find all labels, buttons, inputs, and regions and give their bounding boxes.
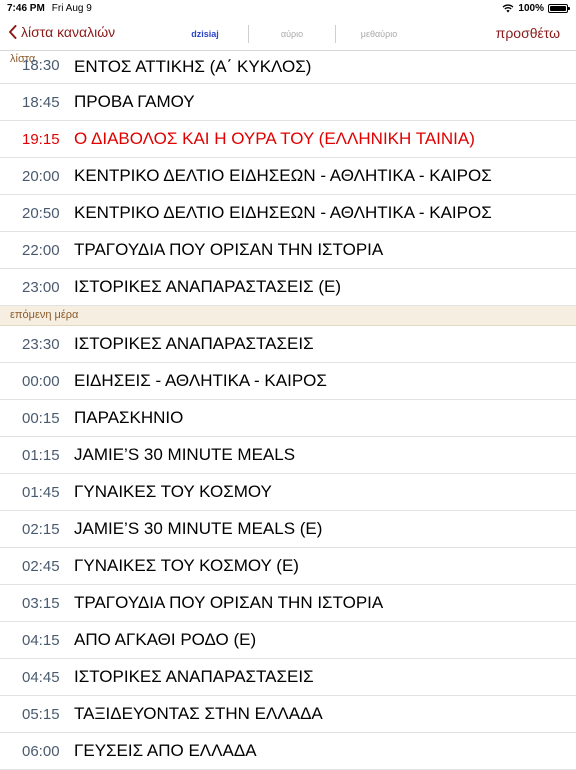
section-header-label: επόμενη μέρα bbox=[10, 309, 79, 321]
program-title: ΤΡΑΓΟΥΔΙΑ ΠΟΥ ΟΡΙΣΑΝ ΤΗΝ ΙΣΤΟΡΙΑ bbox=[74, 240, 384, 259]
program-title: ΕΝΤΟΣ ΑΤΤΙΚΗΣ (Α΄ ΚΥΚΛΟΣ) bbox=[74, 57, 312, 76]
back-button[interactable]: λίστα καναλιών bbox=[8, 24, 115, 40]
program-title: ΙΣΤΟΡΙΚΕΣ ΑΝΑΠΑΡΑΣΤΑΣΕΙΣ bbox=[74, 334, 314, 353]
program-title: JAMIE’S 30 MINUTE MEALS bbox=[74, 445, 296, 464]
program-row[interactable]: 02:15 JAMIE’S 30 MINUTE MEALS (Ε) bbox=[0, 511, 576, 548]
program-row[interactable]: 01:45 ΓΥΝΑΙΚΕΣ ΤΟΥ ΚΟΣΜΟΥ bbox=[0, 474, 576, 511]
program-time: 01:45 bbox=[22, 483, 60, 501]
program-title: ΤΑΞΙΔΕΥΟΝΤΑΣ ΣΤΗΝ ΕΛΛΑΔΑ bbox=[74, 704, 323, 723]
nav-bar: λίστα καναλιών dzisiaj αύριο μεθαύριο πρ… bbox=[0, 18, 576, 51]
program-title: ΓΥΝΑΙΚΕΣ ΤΟΥ ΚΟΣΜΟΥ (Ε) bbox=[74, 556, 299, 575]
tab-day-after[interactable]: μεθαύριο bbox=[336, 29, 422, 39]
program-time: 20:00 bbox=[22, 167, 60, 185]
program-time: 03:15 bbox=[22, 594, 60, 612]
program-title: ΠΑΡΑΣΚΗΝΙΟ bbox=[74, 408, 184, 427]
program-row[interactable]: λίστα 18:30 ΕΝΤΟΣ ΑΤΤΙΚΗΣ (Α΄ ΚΥΚΛΟΣ) bbox=[0, 50, 576, 84]
program-time: 02:15 bbox=[22, 520, 60, 538]
program-row[interactable]: 20:50 ΚΕΝΤΡΙΚΟ ΔΕΛΤΙΟ ΕΙΔΗΣΕΩΝ - ΑΘΛΗΤΙΚ… bbox=[0, 195, 576, 232]
program-row[interactable]: 22:00 ΤΡΑΓΟΥΔΙΑ ΠΟΥ ΟΡΙΣΑΝ ΤΗΝ ΙΣΤΟΡΙΑ bbox=[0, 232, 576, 269]
program-row[interactable]: 18:45 ΠΡΟΒΑ ΓΑΜΟΥ bbox=[0, 84, 576, 121]
program-title: ΚΕΝΤΡΙΚΟ ΔΕΛΤΙΟ ΕΙΔΗΣΕΩΝ - ΑΘΛΗΤΙΚΑ - ΚΑ… bbox=[74, 203, 492, 222]
status-right: 100% bbox=[502, 3, 570, 14]
program-time: 00:15 bbox=[22, 409, 60, 427]
add-button[interactable]: προσθέτω bbox=[496, 25, 560, 41]
battery-icon bbox=[548, 4, 570, 13]
program-time: 02:45 bbox=[22, 557, 60, 575]
program-time: 04:15 bbox=[22, 631, 60, 649]
program-time: 23:30 bbox=[22, 335, 60, 353]
program-row[interactable]: 04:15 ΑΠΟ ΑΓΚΑΘΙ ΡΟΔΟ (Ε) bbox=[0, 622, 576, 659]
program-title: ΠΡΟΒΑ ΓΑΜΟΥ bbox=[74, 92, 195, 111]
program-title: ΓΥΝΑΙΚΕΣ ΤΟΥ ΚΟΣΜΟΥ bbox=[74, 482, 272, 501]
program-title: ΙΣΤΟΡΙΚΕΣ ΑΝΑΠΑΡΑΣΤΑΣΕΙΣ bbox=[74, 667, 314, 686]
program-row[interactable]: 03:15 ΤΡΑΓΟΥΔΙΑ ΠΟΥ ΟΡΙΣΑΝ ΤΗΝ ΙΣΤΟΡΙΑ bbox=[0, 585, 576, 622]
wifi-icon bbox=[502, 4, 514, 13]
program-time: 22:00 bbox=[22, 241, 60, 259]
tab-today[interactable]: dzisiaj bbox=[162, 29, 248, 39]
battery-percent: 100% bbox=[518, 3, 544, 14]
program-title: ΙΣΤΟΡΙΚΕΣ ΑΝΑΠΑΡΑΣΤΑΣΕΙΣ (Ε) bbox=[74, 277, 341, 296]
program-title: Ο ΔΙΑΒΟΛΟΣ ΚΑΙ Η ΟΥΡΑ ΤΟΥ (ΕΛΛΗΝΙΚΗ ΤΑΙΝ… bbox=[74, 129, 475, 148]
section-header-next-day: επόμενη μέρα bbox=[0, 306, 576, 326]
status-time: 7:46 PM bbox=[7, 3, 45, 14]
program-title: ΕΙΔΗΣΕΙΣ - ΑΘΛΗΤΙΚΑ - ΚΑΙΡΟΣ bbox=[74, 371, 327, 390]
program-title: JAMIE’S 30 MINUTE MEALS (Ε) bbox=[74, 519, 323, 538]
program-title: ΑΠΟ ΑΓΚΑΘΙ ΡΟΔΟ (Ε) bbox=[74, 630, 257, 649]
program-time: 18:45 bbox=[22, 93, 60, 111]
program-row[interactable]: 05:15 ΤΑΞΙΔΕΥΟΝΤΑΣ ΣΤΗΝ ΕΛΛΑΔΑ bbox=[0, 696, 576, 733]
day-tabs: dzisiaj αύριο μεθαύριο bbox=[162, 24, 422, 44]
program-title: ΓΕΥΣΕΙΣ ΑΠΟ ΕΛΛΑΔΑ bbox=[74, 741, 257, 760]
chevron-left-icon bbox=[9, 25, 17, 39]
back-button-label: λίστα καναλιών bbox=[21, 24, 116, 40]
program-row[interactable]: 06:00 ΓΕΥΣΕΙΣ ΑΠΟ ΕΛΛΑΔΑ bbox=[0, 733, 576, 770]
program-title: ΤΡΑΓΟΥΔΙΑ ΠΟΥ ΟΡΙΣΑΝ ΤΗΝ ΙΣΤΟΡΙΑ bbox=[74, 593, 384, 612]
program-time: 04:45 bbox=[22, 668, 60, 686]
program-time: 01:15 bbox=[22, 446, 60, 464]
program-time: 06:00 bbox=[22, 742, 60, 760]
program-row-current[interactable]: 19:15 Ο ΔΙΑΒΟΛΟΣ ΚΑΙ Η ΟΥΡΑ ΤΟΥ (ΕΛΛΗΝΙΚ… bbox=[0, 121, 576, 158]
program-time: 19:15 bbox=[22, 130, 60, 148]
program-title: ΚΕΝΤΡΙΚΟ ΔΕΛΤΙΟ ΕΙΔΗΣΕΩΝ - ΑΘΛΗΤΙΚΑ - ΚΑ… bbox=[74, 166, 492, 185]
program-row[interactable]: 01:15 JAMIE’S 30 MINUTE MEALS bbox=[0, 437, 576, 474]
program-time: 05:15 bbox=[22, 705, 60, 723]
status-left: 7:46 PM Fri Aug 9 bbox=[7, 3, 92, 14]
program-row[interactable]: 20:00 ΚΕΝΤΡΙΚΟ ΔΕΛΤΙΟ ΕΙΔΗΣΕΩΝ - ΑΘΛΗΤΙΚ… bbox=[0, 158, 576, 195]
program-row[interactable]: 02:45 ΓΥΝΑΙΚΕΣ ΤΟΥ ΚΟΣΜΟΥ (Ε) bbox=[0, 548, 576, 585]
status-date: Fri Aug 9 bbox=[51, 3, 92, 14]
program-row[interactable]: 23:30 ΙΣΤΟΡΙΚΕΣ ΑΝΑΠΑΡΑΣΤΑΣΕΙΣ bbox=[0, 326, 576, 363]
program-time: 00:00 bbox=[22, 372, 60, 390]
tab-tomorrow[interactable]: αύριο bbox=[249, 29, 335, 39]
program-list: λίστα 18:30 ΕΝΤΟΣ ΑΤΤΙΚΗΣ (Α΄ ΚΥΚΛΟΣ) 18… bbox=[0, 50, 576, 770]
program-row[interactable]: 00:00 ΕΙΔΗΣΕΙΣ - ΑΘΛΗΤΙΚΑ - ΚΑΙΡΟΣ bbox=[0, 363, 576, 400]
status-bar: 7:46 PM Fri Aug 9 100% bbox=[0, 0, 576, 18]
program-time: 18:30 bbox=[22, 57, 60, 74]
program-row[interactable]: 04:45 ΙΣΤΟΡΙΚΕΣ ΑΝΑΠΑΡΑΣΤΑΣΕΙΣ bbox=[0, 659, 576, 696]
program-time: 20:50 bbox=[22, 204, 60, 222]
program-row[interactable]: 00:15 ΠΑΡΑΣΚΗΝΙΟ bbox=[0, 400, 576, 437]
program-time: 23:00 bbox=[22, 278, 60, 296]
program-row[interactable]: 23:00 ΙΣΤΟΡΙΚΕΣ ΑΝΑΠΑΡΑΣΤΑΣΕΙΣ (Ε) bbox=[0, 269, 576, 306]
